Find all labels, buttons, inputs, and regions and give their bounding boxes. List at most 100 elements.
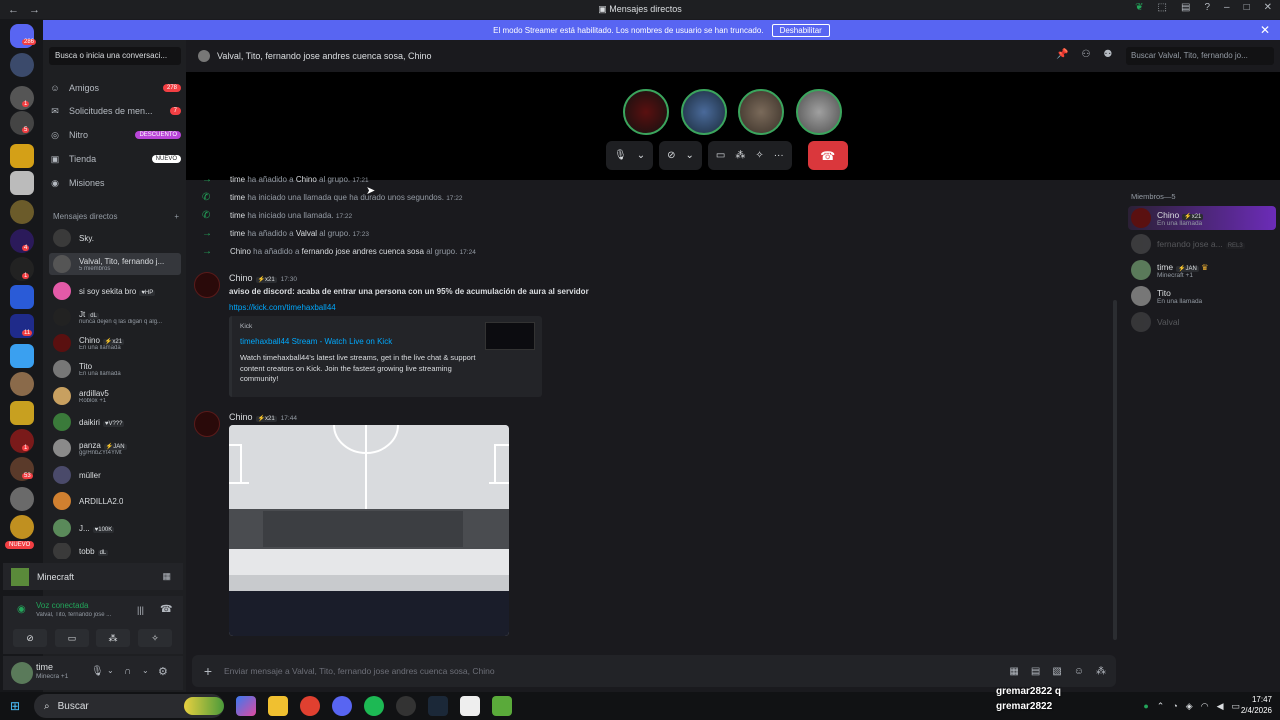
headset-icon[interactable]: ∩	[124, 666, 131, 677]
user-name[interactable]: time	[36, 662, 53, 672]
screen-share-icon[interactable]: ▭	[716, 150, 725, 161]
message-composer[interactable]: + Enviar mensaje a Valval, Tito, fernand…	[192, 655, 1116, 687]
taskbar-clock[interactable]: 17:47 2/4/2026	[1241, 694, 1272, 716]
discord-icon[interactable]	[332, 696, 352, 716]
server-icon[interactable]	[10, 200, 34, 224]
dm-item[interactable]: müller	[49, 464, 181, 486]
add-dm-icon[interactable]: +	[174, 212, 179, 221]
hang-up-button[interactable]: ☎	[807, 141, 848, 170]
gift-icon[interactable]: ▦	[1009, 666, 1018, 677]
apps-icon[interactable]: ⁂	[1096, 666, 1106, 677]
nav-friends[interactable]: ☺ Amigos 278	[49, 78, 181, 98]
dm-item[interactable]: Jt dL nunca dejen q las digan q alg...	[49, 306, 181, 328]
server-icon[interactable]	[10, 144, 34, 168]
inbox-icon[interactable]: ▤	[1181, 2, 1190, 13]
sticker-icon[interactable]: ▧	[1052, 666, 1061, 677]
forward-arrow-icon[interactable]: →	[29, 4, 40, 16]
message-avatar[interactable]	[194, 411, 220, 437]
composer-input[interactable]: Enviar mensaje a Valval, Tito, fernando …	[224, 666, 495, 676]
bookmark-icon[interactable]: ⬚	[1158, 2, 1167, 13]
taskbar-search[interactable]: ⌕ Buscar	[34, 694, 224, 718]
dm-search-input[interactable]: Busca o inicia una conversaci...	[49, 47, 181, 65]
server-icon[interactable]	[10, 53, 34, 77]
tray-app-icon[interactable]: ◔	[1172, 701, 1177, 712]
disconnect-icon[interactable]: ☎	[160, 604, 172, 615]
call-participant-avatar[interactable]	[796, 89, 842, 135]
help-icon[interactable]: ?	[1204, 2, 1210, 13]
microphone-icon[interactable]: 🎙	[91, 666, 104, 677]
chevron-down-icon[interactable]: ⌄	[142, 666, 149, 675]
nav-quests[interactable]: ◉ Misiones	[49, 173, 181, 193]
activities-button[interactable]: ⁂	[96, 629, 130, 647]
activity-settings-icon[interactable]: ▦	[162, 571, 171, 582]
spotify-icon[interactable]	[364, 696, 384, 716]
server-icon[interactable]	[10, 487, 34, 511]
add-friends-icon[interactable]: ⚇	[1081, 49, 1090, 60]
volume-icon[interactable]: ◀	[1217, 701, 1224, 712]
dm-item[interactable]: ARDILLA2.0	[49, 490, 181, 512]
dm-item-group-active[interactable]: Valval, Tito, fernando j... 5 miembros	[49, 253, 181, 275]
new-badge[interactable]: NUEVO	[5, 541, 35, 549]
capcut-icon[interactable]	[460, 696, 480, 716]
server-icon[interactable]	[10, 515, 34, 539]
message-author[interactable]: Chino ⚡x21 17:30	[229, 273, 297, 283]
member-item[interactable]: Tito En una llamada	[1128, 284, 1276, 308]
call-participant-avatar[interactable]	[738, 89, 784, 135]
dm-item[interactable]: Tito En una llamada	[49, 358, 181, 380]
call-participant-avatar[interactable]	[623, 89, 669, 135]
server-icon[interactable]	[10, 86, 34, 110]
camera-control[interactable]: ⊘ ⌄	[659, 141, 702, 170]
nitro-leaf-icon[interactable]: ❦	[1135, 2, 1143, 13]
more-options-icon[interactable]: ···	[774, 150, 784, 161]
server-icon[interactable]	[10, 344, 34, 368]
embed-thumbnail[interactable]	[485, 322, 535, 350]
tray-app-icon[interactable]: ◈	[1186, 701, 1193, 712]
voice-status[interactable]: Voz conectada	[36, 601, 88, 610]
server-icon[interactable]	[10, 372, 34, 396]
embed-title[interactable]: timehaxball44 Stream - Watch Live on Kic…	[240, 337, 392, 346]
back-arrow-icon[interactable]: ←	[8, 4, 19, 16]
noise-suppression-icon[interactable]: |||	[137, 605, 144, 615]
camera-off-button[interactable]: ⊘	[13, 629, 47, 647]
message-avatar[interactable]	[194, 272, 220, 298]
chrome-icon[interactable]	[300, 696, 320, 716]
call-participant-avatar[interactable]	[681, 89, 727, 135]
mic-control[interactable]: 🎙 ⌄	[606, 141, 654, 170]
tray-app-icon[interactable]: ●	[1143, 701, 1148, 712]
activities-icon[interactable]: ⁂	[735, 150, 745, 161]
server-icon[interactable]	[10, 401, 34, 425]
message-link[interactable]: https://kick.com/timehaxball44	[229, 303, 336, 312]
dm-item[interactable]: tobb dL	[49, 543, 181, 559]
emoji-icon[interactable]: ☺	[1074, 666, 1084, 677]
member-item[interactable]: Valval	[1128, 310, 1276, 334]
pin-icon[interactable]: 📌	[1056, 49, 1068, 60]
battery-icon[interactable]: ▭	[1231, 701, 1240, 712]
member-item[interactable]: Chino ⚡x21 En una llamada	[1128, 206, 1276, 230]
member-item[interactable]: fernando jose a... REL3	[1128, 232, 1276, 256]
disable-streamer-button[interactable]: Deshabilitar	[771, 23, 830, 37]
dm-item[interactable]: daikiri ♥V???	[49, 411, 181, 433]
nav-nitro[interactable]: ◎ Nitro DESCUENTO	[49, 125, 181, 145]
chevron-up-icon[interactable]: ⌃	[1157, 701, 1165, 712]
add-attachment-icon[interactable]: +	[192, 663, 224, 679]
server-icon[interactable]	[10, 285, 34, 309]
close-window-icon[interactable]: ✕	[1264, 2, 1272, 13]
minecraft-icon[interactable]	[492, 696, 512, 716]
members-icon[interactable]: ⚉	[1103, 49, 1112, 60]
dm-item[interactable]: J... ♥100K	[49, 517, 181, 539]
github-icon[interactable]	[396, 696, 416, 716]
dm-item[interactable]: panza ⚡JAN gg/HnbZYt4YMt	[49, 437, 181, 459]
nav-shop[interactable]: ▣ Tienda NUEVO	[49, 149, 181, 169]
message-author[interactable]: Chino ⚡x21 17:44	[229, 412, 297, 422]
screen-share-button[interactable]: ▭	[55, 629, 89, 647]
chevron-down-icon[interactable]: ⌄	[107, 666, 114, 675]
soundboard-button[interactable]: ✧	[138, 629, 172, 647]
chat-search-input[interactable]: Buscar Valval, Tito, fernando jo...	[1126, 47, 1274, 65]
activity-panel[interactable]: Minecraft ▦	[3, 563, 183, 590]
banner-close-icon[interactable]: ✕	[1260, 23, 1270, 37]
file-explorer-icon[interactable]	[268, 696, 288, 716]
minimize-icon[interactable]: –	[1224, 2, 1230, 13]
copilot-icon[interactable]	[236, 696, 256, 716]
wifi-icon[interactable]: ◠	[1201, 701, 1209, 712]
member-item[interactable]: time ⚡JAN ♛ Minecraft +1	[1128, 258, 1276, 282]
